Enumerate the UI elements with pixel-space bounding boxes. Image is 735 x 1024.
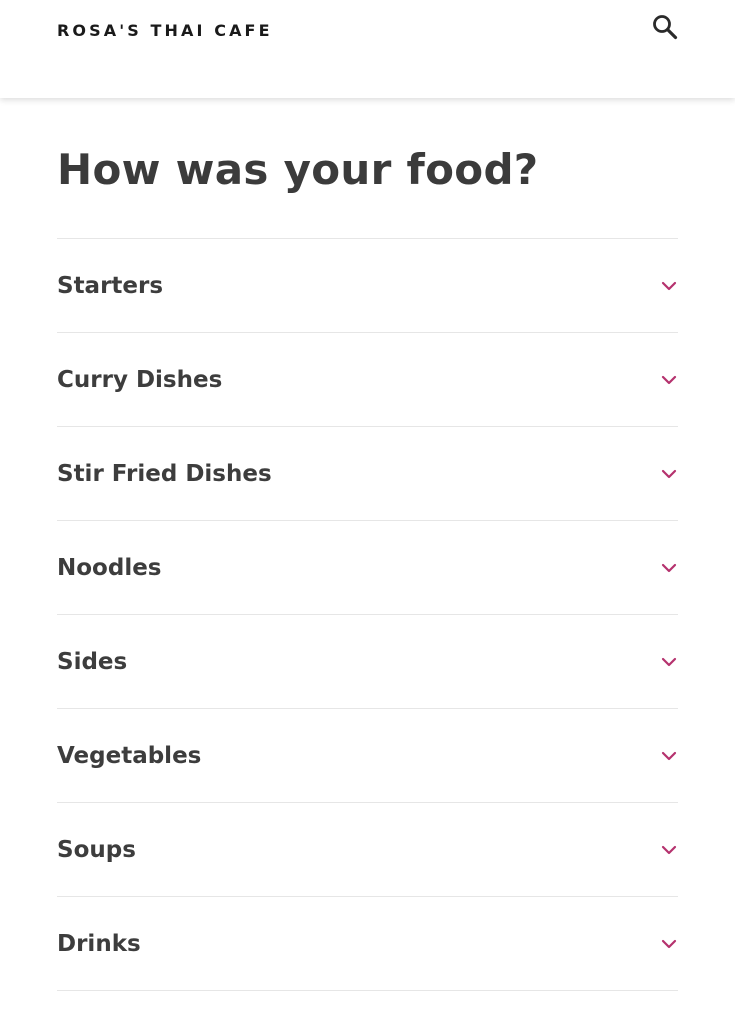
category-label: Drinks xyxy=(57,930,141,957)
category-label: Soups xyxy=(57,836,136,863)
category-item-vegetables[interactable]: Vegetables xyxy=(57,709,678,803)
category-label: Curry Dishes xyxy=(57,366,223,393)
main-content: How was your food? Starters Curry Dishes… xyxy=(57,98,678,991)
page-title: How was your food? xyxy=(57,145,539,194)
category-label: Noodles xyxy=(57,554,162,581)
chevron-down-icon xyxy=(660,844,678,856)
category-item-starters[interactable]: Starters xyxy=(57,239,678,333)
site-header: ROSA'S THAI CAFE xyxy=(0,0,735,98)
category-label: Sides xyxy=(57,648,128,675)
chevron-down-icon xyxy=(660,562,678,574)
chevron-down-icon xyxy=(660,374,678,386)
chevron-down-icon xyxy=(660,468,678,480)
category-label: Starters xyxy=(57,272,164,299)
category-item-stir-fried-dishes[interactable]: Stir Fried Dishes xyxy=(57,427,678,521)
chevron-down-icon xyxy=(660,750,678,762)
logo[interactable]: ROSA'S THAI CAFE xyxy=(57,20,273,42)
search-button[interactable] xyxy=(646,10,684,48)
category-item-curry-dishes[interactable]: Curry Dishes xyxy=(57,333,678,427)
search-icon xyxy=(651,13,679,45)
chevron-down-icon xyxy=(660,938,678,950)
category-item-noodles[interactable]: Noodles xyxy=(57,521,678,615)
category-item-sides[interactable]: Sides xyxy=(57,615,678,709)
category-item-drinks[interactable]: Drinks xyxy=(57,897,678,991)
category-label: Vegetables xyxy=(57,742,202,769)
chevron-down-icon xyxy=(660,280,678,292)
category-label: Stir Fried Dishes xyxy=(57,460,272,487)
category-list: Starters Curry Dishes Stir Fried Dishes … xyxy=(57,238,678,991)
category-item-soups[interactable]: Soups xyxy=(57,803,678,897)
chevron-down-icon xyxy=(660,656,678,668)
